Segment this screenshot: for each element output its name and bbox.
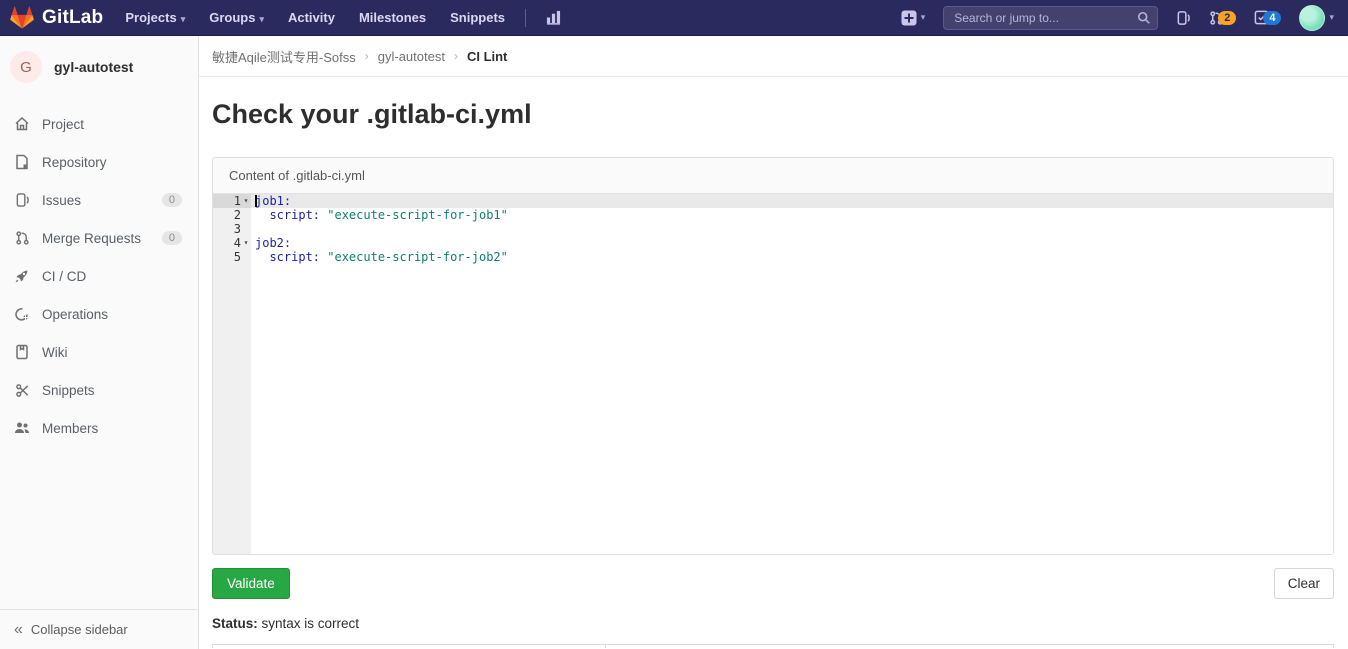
users-icon: [14, 420, 30, 436]
sidebar-item-label: Snippets: [42, 383, 95, 398]
status-label: Status:: [212, 616, 258, 631]
sidebar-item-issues[interactable]: Issues 0: [0, 181, 198, 219]
line-number: 2: [234, 208, 241, 222]
sidebar-item-label: Operations: [42, 307, 108, 322]
line-number: 1: [234, 194, 241, 208]
merge-request-icon: [14, 230, 30, 246]
sidebar-item-wiki[interactable]: Wiki: [0, 333, 198, 371]
global-search: [943, 6, 1158, 30]
yaml-key: job1:: [255, 194, 291, 208]
code-editor[interactable]: 1 ▾ job1: 2 script: "execute-script-for-…: [213, 194, 1333, 554]
lint-status: Status: syntax is correct: [212, 616, 1334, 631]
plus-square-icon: [901, 10, 917, 26]
project-name: gyl-autotest: [54, 59, 133, 75]
breadcrumb-group[interactable]: 敏捷Aqile测试专用-Sofss: [212, 47, 356, 66]
user-avatar: [1299, 5, 1325, 31]
sidebar-item-members[interactable]: Members: [0, 409, 198, 447]
sidebar-item-merge-requests[interactable]: Merge Requests 0: [0, 219, 198, 257]
charts-icon[interactable]: [546, 10, 561, 25]
sidebar-item-ci-cd[interactable]: CI / CD: [0, 257, 198, 295]
double-chevron-left-icon: [14, 621, 23, 639]
sidebar-item-repository[interactable]: Repository: [0, 143, 198, 181]
sidebar-item-snippets[interactable]: Snippets: [0, 371, 198, 409]
nav-snippets[interactable]: Snippets: [450, 10, 505, 25]
search-icon: [1137, 11, 1151, 25]
breadcrumb-separator: ›: [454, 49, 458, 63]
todos-count-badge[interactable]: 4: [1263, 11, 1281, 25]
fold-icon[interactable]: ▾: [241, 236, 251, 250]
page-title: Check your .gitlab-ci.yml: [212, 99, 1334, 130]
user-menu-button[interactable]: [1299, 5, 1334, 31]
top-navbar: GitLab Projects Groups Activity Mileston…: [0, 0, 1348, 36]
scissors-icon: [14, 382, 30, 398]
code-line-2[interactable]: 2 script: "execute-script-for-job1": [213, 208, 1333, 222]
result-table-edge: [212, 644, 1334, 648]
validate-button[interactable]: Validate: [212, 568, 290, 599]
merge-requests-count-badge[interactable]: 2: [1218, 11, 1236, 25]
gitlab-logo[interactable]: GitLab: [10, 6, 103, 29]
gitlab-wordmark: GitLab: [42, 7, 103, 29]
editor-header-label: Content of .gitlab-ci.yml: [213, 158, 1333, 194]
document-icon: [14, 154, 30, 170]
sidebar-item-label: Project: [42, 117, 84, 132]
issues-count-badge: 0: [162, 193, 182, 207]
main-content: 敏捷Aqile测试专用-Sofss › gyl-autotest › CI Li…: [199, 36, 1348, 648]
tanuki-icon: [10, 6, 34, 29]
sidebar-item-operations[interactable]: Operations: [0, 295, 198, 333]
wrench-icon: [14, 306, 30, 322]
home-icon: [14, 116, 30, 132]
ci-lint-editor: Content of .gitlab-ci.yml 1 ▾ job1: 2 sc…: [212, 157, 1334, 555]
breadcrumb-project[interactable]: gyl-autotest: [378, 49, 445, 64]
nav-projects[interactable]: Projects: [125, 10, 185, 25]
yaml-string: "execute-script-for-job1": [327, 208, 508, 222]
fold-icon[interactable]: ▾: [241, 194, 251, 208]
nav-divider: [525, 9, 526, 27]
sidebar-item-project[interactable]: Project: [0, 105, 198, 143]
yaml-key: script:: [255, 250, 327, 264]
nav-milestones[interactable]: Milestones: [359, 10, 426, 25]
book-icon: [14, 344, 30, 360]
todos-nav-icon[interactable]: 4: [1254, 10, 1281, 25]
code-line-4[interactable]: 4 ▾ job2:: [213, 236, 1333, 250]
breadcrumb-current: CI Lint: [467, 49, 507, 64]
sidebar-item-label: Merge Requests: [42, 231, 141, 246]
status-value: syntax is correct: [262, 616, 360, 631]
yaml-string: "execute-script-for-job2": [327, 250, 508, 264]
sidebar-item-label: Repository: [42, 155, 107, 170]
collapse-sidebar-button[interactable]: Collapse sidebar: [0, 609, 198, 649]
nav-activity[interactable]: Activity: [288, 10, 335, 25]
breadcrumb-separator: ›: [365, 49, 369, 63]
search-input[interactable]: [943, 6, 1158, 30]
yaml-key: script:: [255, 208, 327, 222]
issues-icon: [14, 192, 30, 208]
issues-nav-icon[interactable]: [1176, 10, 1191, 26]
result-table-column-divider: [213, 645, 606, 648]
sidebar-item-label: Members: [42, 421, 98, 436]
code-line-3[interactable]: 3: [213, 222, 1333, 236]
project-sidebar: G gyl-autotest Project Repository: [0, 36, 199, 649]
project-avatar: G: [10, 51, 42, 83]
merge-requests-nav-icon[interactable]: 2: [1209, 10, 1236, 26]
collapse-sidebar-label: Collapse sidebar: [31, 622, 128, 637]
code-line-5[interactable]: 5 script: "execute-script-for-job2": [213, 250, 1333, 264]
project-context-header[interactable]: G gyl-autotest: [0, 36, 198, 97]
rocket-icon: [14, 268, 30, 284]
nav-groups[interactable]: Groups: [209, 10, 264, 25]
line-number: 4: [234, 236, 241, 250]
line-number: 3: [234, 222, 241, 236]
sidebar-item-label: Wiki: [42, 345, 68, 360]
text-cursor: [255, 195, 257, 207]
merge-requests-count-badge: 0: [162, 231, 182, 245]
sidebar-item-label: CI / CD: [42, 269, 86, 284]
new-menu-button[interactable]: [901, 10, 926, 26]
sidebar-item-label: Issues: [42, 193, 81, 208]
yaml-key: job2:: [255, 236, 291, 250]
clear-button[interactable]: Clear: [1274, 568, 1334, 599]
line-number: 5: [234, 250, 241, 264]
breadcrumb: 敏捷Aqile测试专用-Sofss › gyl-autotest › CI Li…: [199, 36, 1348, 77]
code-line-1[interactable]: 1 ▾ job1:: [213, 194, 1333, 208]
